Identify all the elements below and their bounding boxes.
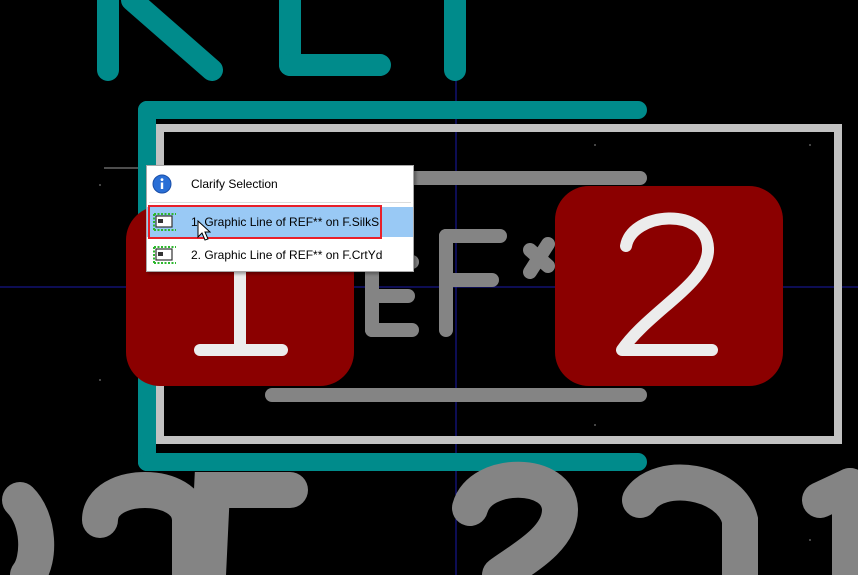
menu-item-graphic-line-crtyd[interactable]: 2. Graphic Line of REF** on F.CrtYd <box>147 240 413 270</box>
menu-item-graphic-line-silks[interactable]: 1. Graphic Line of REF** on F.SilkS <box>147 207 413 237</box>
graphic-line-icon <box>153 246 176 264</box>
clarify-selection-label: Clarify Selection <box>191 177 278 191</box>
clarify-selection-title: Clarify Selection <box>147 169 413 199</box>
info-icon <box>152 174 172 194</box>
graphic-line-icon <box>153 213 176 231</box>
mouse-cursor-icon <box>197 220 211 241</box>
menu-item-label: 1. Graphic Line of REF** on F.SilkS <box>191 215 380 229</box>
menu-item-label: 2. Graphic Line of REF** on F.CrtYd <box>191 248 383 262</box>
pcb-canvas[interactable] <box>0 0 858 575</box>
clarify-selection-menu[interactable]: Clarify Selection 1. Graphic Line of REF… <box>146 165 414 272</box>
silkscreen-reference-glyphs <box>97 0 466 81</box>
menu-separator <box>149 202 411 203</box>
fab-value-glyphs <box>2 461 858 575</box>
